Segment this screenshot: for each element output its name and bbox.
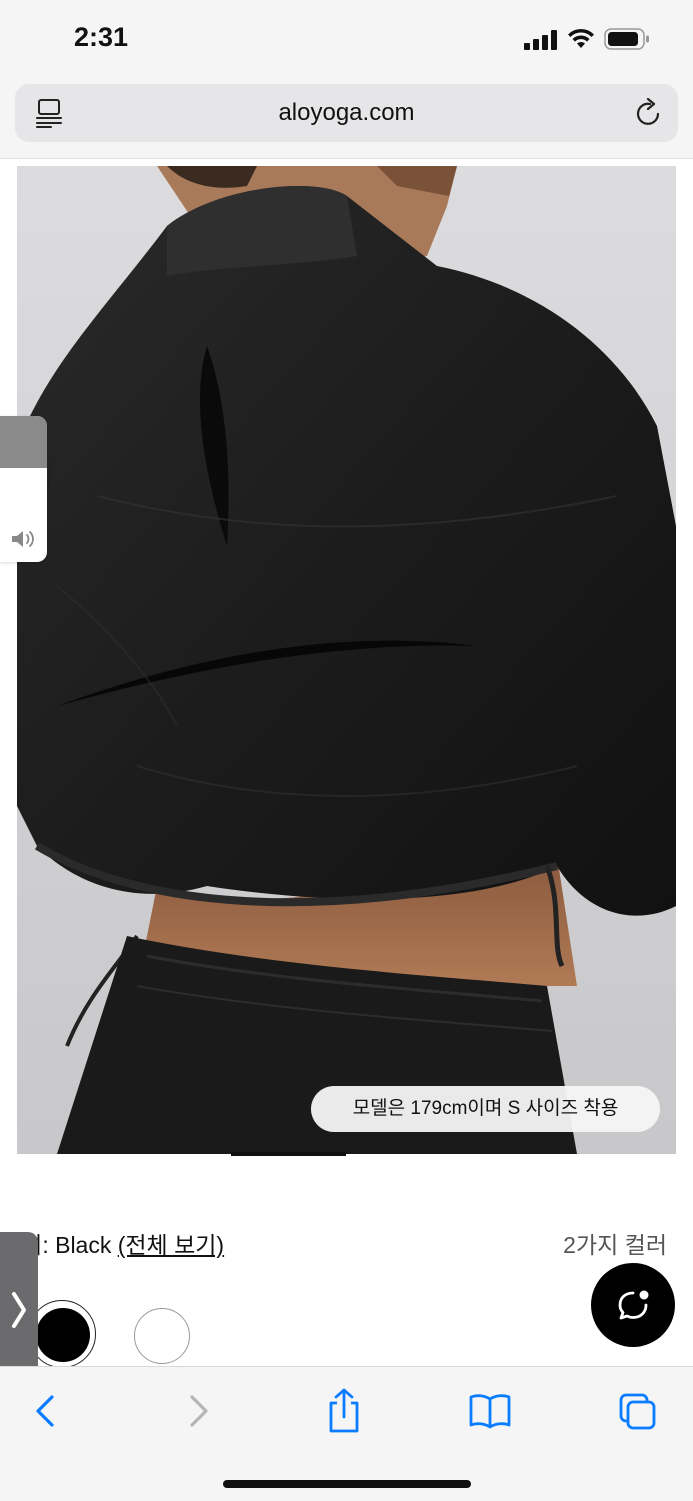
volume-level	[0, 416, 47, 468]
side-panel-tab[interactable]	[0, 1232, 38, 1388]
reload-icon[interactable]	[635, 98, 663, 128]
browser-address-area: aloyoga.com	[0, 78, 693, 159]
swatch-white[interactable]	[134, 1308, 190, 1364]
tabs-icon[interactable]	[617, 1391, 657, 1431]
address-bar[interactable]: aloyoga.com	[15, 84, 678, 142]
chat-bubble-icon	[618, 1290, 649, 1320]
status-time: 2:31	[74, 22, 129, 52]
url-text[interactable]: aloyoga.com	[15, 99, 678, 127]
share-icon[interactable]	[323, 1387, 365, 1435]
swatch-black[interactable]	[36, 1308, 90, 1362]
home-indicator	[223, 1480, 471, 1488]
volume-hud	[0, 416, 47, 562]
chevron-left-icon[interactable]	[26, 1391, 66, 1431]
battery-icon	[604, 28, 649, 50]
book-icon[interactable]	[468, 1391, 512, 1431]
chevron-right-icon[interactable]	[178, 1391, 218, 1431]
model-size-caption: 모델은 179cm이며 S 사이즈 착용	[311, 1086, 660, 1132]
wifi-icon	[568, 28, 594, 48]
product-image[interactable]: 모델은 179cm이며 S 사이즈 착용	[17, 166, 676, 1154]
product-info: 코어: Black (전체 보기) 2가지 컬러	[0, 1156, 693, 1366]
speaker-icon	[12, 531, 34, 547]
chevron-right-icon	[12, 1292, 26, 1328]
chat-button[interactable]	[591, 1263, 675, 1347]
cellular-signal-icon	[524, 30, 557, 50]
view-all-link[interactable]: (전체 보기)	[118, 1232, 224, 1258]
status-bar: 2:31	[0, 0, 693, 78]
product-photo-illustration	[17, 166, 676, 1154]
color-count: 2가지 컬러	[563, 1232, 667, 1258]
